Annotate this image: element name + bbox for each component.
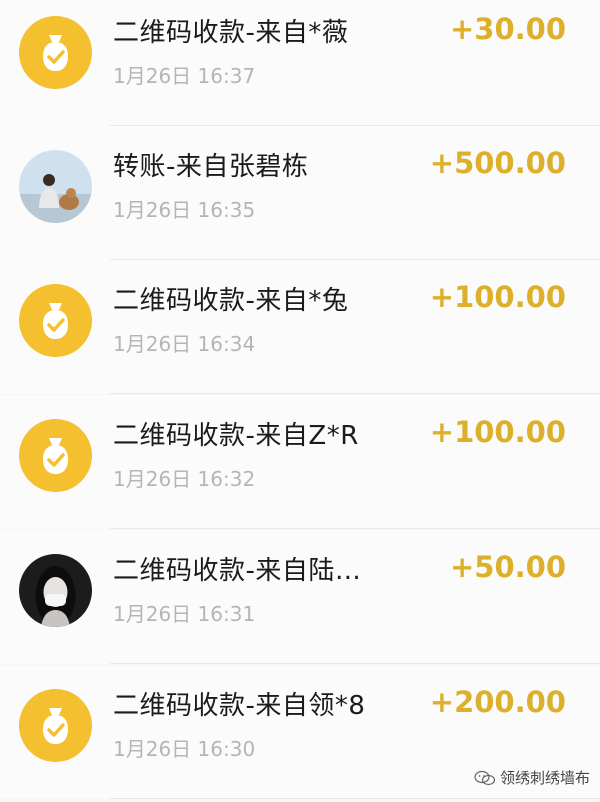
transaction-row[interactable]: 二维码收款-来自*兔 1月26日 16:34 +100.00 [0,260,600,394]
transaction-row[interactable]: 转账-来自张碧栋 1月26日 16:35 +500.00 [0,126,600,260]
user-avatar [19,150,92,223]
transaction-time: 1月26日 16:30 [113,737,256,761]
transaction-row[interactable]: 二维码收款-来自陆… 1月26日 16:31 +50.00 [0,530,600,664]
transaction-title: 二维码收款-来自领*8 [113,691,366,721]
watermark: 领绣刺绣墙布 [474,767,590,788]
transaction-list: 二维码收款-来自*薇 1月26日 16:37 +30.00 转账-来自张碧栋 1… [0,0,600,802]
transaction-time: 1月26日 16:32 [113,467,256,491]
transaction-row[interactable]: 二维码收款-来自Z*R 1月26日 16:32 +100.00 [0,395,600,529]
user-avatar [19,554,92,627]
coin-bag-icon [19,419,92,492]
transaction-amount: +50.00 [449,550,566,584]
transaction-title: 二维码收款-来自*薇 [113,18,349,48]
coin-bag-icon [19,16,92,89]
transaction-title: 转账-来自张碧栋 [113,152,309,182]
coin-bag-icon [19,284,92,357]
wechat-icon [474,770,496,785]
transaction-amount: +500.00 [429,146,566,180]
transaction-amount: +100.00 [429,415,566,449]
transaction-row[interactable]: 二维码收款-来自*薇 1月26日 16:37 +30.00 [0,0,600,126]
transaction-time: 1月26日 16:31 [113,602,256,626]
transaction-amount: +100.00 [429,280,566,314]
transaction-title: 二维码收款-来自Z*R [113,421,359,451]
coin-bag-icon [19,689,92,762]
transaction-amount: +200.00 [429,685,566,719]
transaction-time: 1月26日 16:35 [113,198,256,222]
transaction-amount: +30.00 [449,12,566,46]
transaction-time: 1月26日 16:37 [113,64,256,88]
transaction-title: 二维码收款-来自*兔 [113,286,349,316]
transaction-time: 1月26日 16:34 [113,332,256,356]
watermark-text: 领绣刺绣墙布 [499,769,590,787]
transaction-title: 二维码收款-来自陆… [113,556,362,586]
